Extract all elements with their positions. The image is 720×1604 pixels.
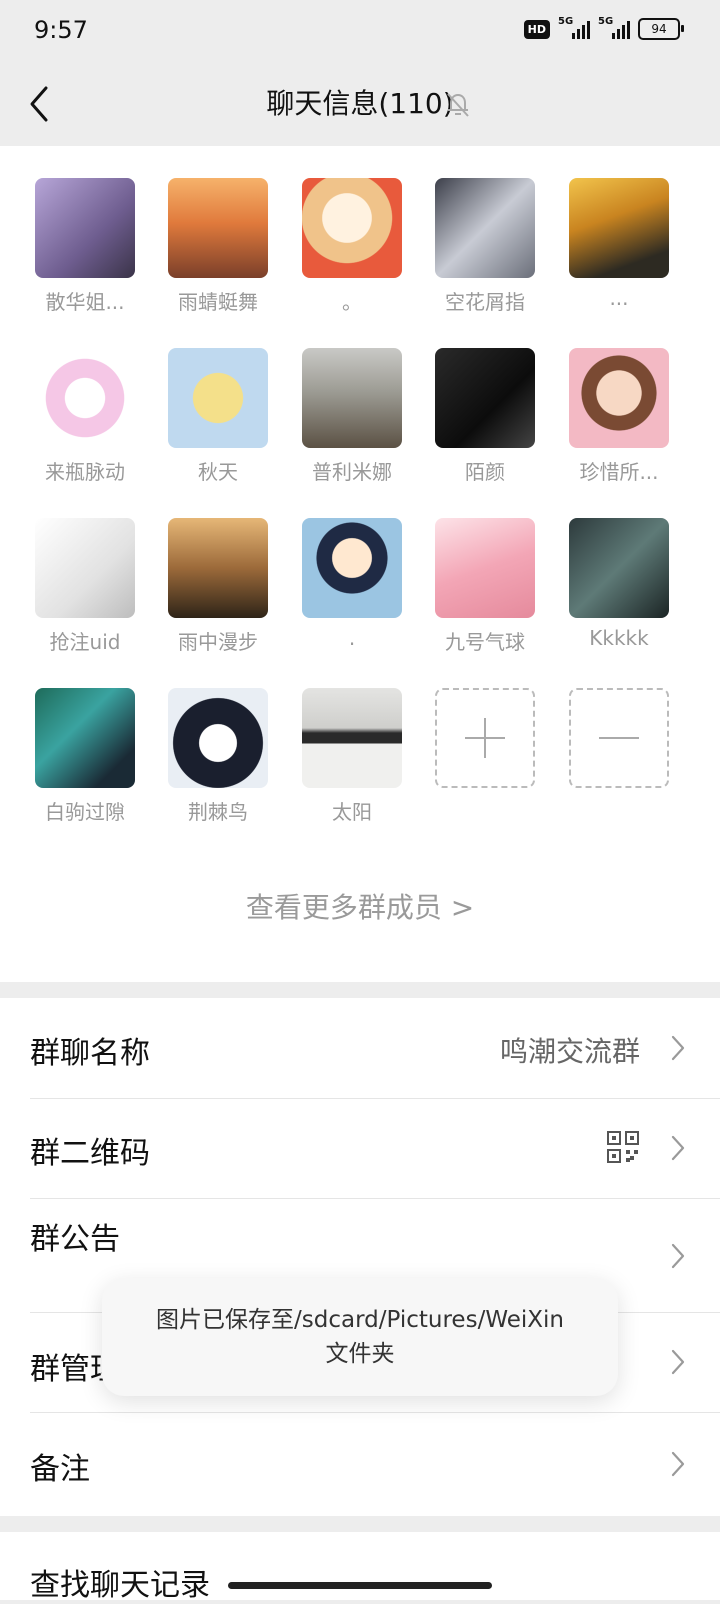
- qr-label: 群二维码: [30, 1136, 150, 1171]
- member-item[interactable]: 雨蜻蜓舞: [158, 178, 278, 315]
- member-item[interactable]: 珍惜所...: [559, 348, 679, 485]
- signal-icon: 5G: [598, 16, 630, 39]
- status-time: 9:57: [34, 16, 88, 44]
- page-title: 聊天信息(110): [266, 87, 454, 120]
- avatar: [168, 518, 268, 618]
- hd-badge: HD: [523, 19, 550, 39]
- status-icons: HD 5G 5G 94: [523, 16, 684, 40]
- member-item[interactable]: 普利米娜: [292, 348, 412, 485]
- avatar: [435, 178, 535, 278]
- signal-icon: 5G: [558, 16, 590, 39]
- member-item[interactable]: 荆棘鸟: [158, 688, 278, 825]
- member-name: 荆棘鸟: [188, 800, 248, 824]
- avatar: [569, 518, 669, 618]
- chevron-right-icon: [671, 1243, 685, 1269]
- member-item[interactable]: 白驹过隙: [25, 688, 145, 825]
- avatar: [168, 178, 268, 278]
- member-name: 散华姐...: [45, 290, 125, 314]
- remove-member-box[interactable]: [569, 688, 669, 788]
- row-group-qr[interactable]: 群二维码: [0, 1098, 720, 1198]
- avatar: [302, 348, 402, 448]
- qr-code-icon: [607, 1131, 639, 1163]
- member-item[interactable]: 九号气球: [425, 518, 545, 655]
- member-name: ...: [609, 286, 629, 310]
- row-group-name[interactable]: 群聊名称 鸣潮交流群: [0, 998, 720, 1098]
- member-name: 太阳: [332, 800, 372, 824]
- avatar: [168, 348, 268, 448]
- chevron-right-icon: [671, 1451, 685, 1477]
- chevron-right-icon: [671, 1135, 685, 1161]
- battery-icon: 94: [638, 18, 684, 40]
- group-name-label: 群聊名称: [30, 1036, 150, 1071]
- member-name: 来瓶脉动: [45, 460, 125, 484]
- toast-message: 图片已保存至/sdcard/Pictures/WeiXin 文件夹: [102, 1278, 618, 1396]
- settings-list: 群聊名称 鸣潮交流群 群二维码 群公告 群管理 备注: [0, 998, 720, 1516]
- member-name: Kkkkk: [589, 626, 649, 650]
- member-item[interactable]: 来瓶脉动: [25, 348, 145, 485]
- remark-label: 备注: [30, 1452, 90, 1487]
- member-name: 普利米娜: [312, 460, 392, 484]
- member-name: 白驹过隙: [45, 800, 125, 824]
- status-bar: 9:57 HD 5G 5G 94: [0, 0, 720, 64]
- minus-icon: [599, 737, 639, 739]
- avatar: [35, 518, 135, 618]
- avatar: [35, 348, 135, 448]
- battery-level: 94: [651, 22, 667, 36]
- chevron-right-icon: [671, 1349, 685, 1375]
- member-item[interactable]: 抢注uid: [25, 518, 145, 655]
- view-more-members-link[interactable]: 查看更多群成员 >: [0, 886, 720, 926]
- member-name: 抢注uid: [49, 630, 121, 654]
- member-name: 陌颜: [465, 460, 505, 484]
- group-name-value: 鸣潮交流群: [499, 1035, 640, 1068]
- add-member-button[interactable]: [425, 688, 545, 788]
- member-grid: 散华姐... 雨蜻蜓舞 。 空花屑指 ... 来瓶脉动 秋天 普利米娜 陌颜 珍…: [0, 146, 720, 982]
- member-name: 空花屑指: [445, 290, 525, 314]
- member-item[interactable]: 雨中漫步: [158, 518, 278, 655]
- avatar: [569, 178, 669, 278]
- member-item[interactable]: Kkkkk: [559, 518, 679, 650]
- home-indicator[interactable]: [228, 1582, 492, 1589]
- plus-icon: [465, 718, 505, 758]
- avatar: [435, 348, 535, 448]
- member-name: 。: [342, 290, 362, 314]
- member-item[interactable]: .: [292, 518, 412, 650]
- bell-off-icon: [447, 93, 469, 117]
- avatar: [35, 178, 135, 278]
- search-history-label: 查找聊天记录: [30, 1568, 210, 1603]
- member-name: 珍惜所...: [579, 460, 659, 484]
- remove-member-button[interactable]: [559, 688, 679, 788]
- avatar: [302, 518, 402, 618]
- member-item[interactable]: 秋天: [158, 348, 278, 485]
- row-search-chat-history[interactable]: 查找聊天记录: [0, 1532, 720, 1603]
- row-remark[interactable]: 备注: [0, 1412, 720, 1516]
- avatar: [168, 688, 268, 788]
- chevron-right-icon: [671, 1035, 685, 1061]
- member-item[interactable]: 空花屑指: [425, 178, 545, 315]
- member-name: 九号气球: [445, 630, 525, 654]
- member-name: 秋天: [198, 460, 238, 484]
- member-item[interactable]: 陌颜: [425, 348, 545, 485]
- member-item[interactable]: 散华姐...: [25, 178, 145, 315]
- avatar: [569, 348, 669, 448]
- notice-label: 群公告: [30, 1222, 120, 1257]
- avatar: [302, 688, 402, 788]
- avatar: [435, 518, 535, 618]
- toast-line: 图片已保存至/sdcard/Pictures/WeiXin: [156, 1307, 564, 1333]
- add-member-box[interactable]: [435, 688, 535, 788]
- member-name: 雨蜻蜓舞: [178, 290, 258, 314]
- avatar: [302, 178, 402, 278]
- member-name: 雨中漫步: [178, 630, 258, 654]
- header: 聊天信息(110): [0, 64, 720, 146]
- member-item[interactable]: ...: [559, 178, 679, 310]
- toast-line: 文件夹: [325, 1341, 395, 1367]
- avatar: [35, 688, 135, 788]
- member-name: .: [348, 626, 356, 650]
- member-item[interactable]: 太阳: [292, 688, 412, 825]
- member-item[interactable]: 。: [292, 178, 412, 315]
